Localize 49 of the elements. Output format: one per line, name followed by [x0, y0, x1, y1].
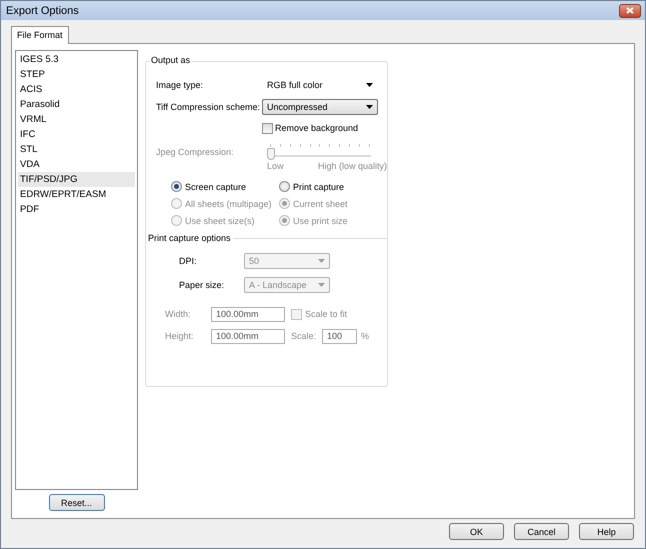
radio-label: All sheets (multipage)	[185, 198, 272, 208]
field-label: Jpeg Compression:	[156, 146, 235, 157]
dropdown[interactable]: Uncompressed	[262, 99, 378, 115]
format-item[interactable]: IGES 5.3	[18, 52, 135, 67]
format-item[interactable]: VRML	[18, 112, 135, 127]
radio-button[interactable]	[279, 181, 290, 192]
field-label: Tiff Compression scheme:	[156, 102, 262, 112]
close-icon	[626, 7, 634, 14]
caret-icon	[318, 259, 325, 263]
format-item[interactable]: STL	[18, 142, 135, 157]
window-title: Export Options	[6, 4, 79, 16]
field-label: Image type:	[156, 80, 204, 90]
dialog-button[interactable]: Help	[579, 523, 634, 540]
radio-label: Use print size	[293, 216, 348, 226]
radio-label: Print capture	[293, 182, 344, 192]
radio-label: Screen capture	[185, 182, 246, 192]
format-item[interactable]: IFC	[18, 127, 135, 142]
field-label: Paper size:	[179, 280, 226, 290]
field-label: DPI:	[179, 256, 198, 266]
field-label: Scale:	[291, 331, 318, 341]
field-label: Height:	[165, 331, 195, 341]
checkbox[interactable]	[262, 122, 273, 134]
format-item[interactable]: ACIS	[18, 82, 135, 97]
checkbox-label: Remove background	[275, 123, 358, 133]
radio-button[interactable]	[171, 181, 182, 192]
close-button[interactable]	[619, 4, 641, 18]
slider[interactable]	[267, 147, 371, 161]
reset-button[interactable]: Reset...	[48, 494, 104, 511]
caret-icon	[366, 105, 373, 109]
field-label: Width:	[165, 309, 192, 319]
group-title: Output as	[150, 55, 192, 65]
caret-icon	[366, 83, 373, 87]
checkbox-label: Scale to fit	[305, 309, 348, 319]
unit-label: %	[361, 331, 370, 341]
format-item[interactable]: VDA	[18, 157, 135, 172]
dialog-button[interactable]: OK	[449, 523, 504, 540]
caret-icon	[318, 283, 325, 287]
slider-label: Low	[267, 161, 284, 171]
tab[interactable]: File Format	[11, 26, 69, 44]
format-item[interactable]: PDF	[18, 202, 135, 217]
radio-label: Use sheet size(s)	[185, 216, 255, 226]
slider-label: High (low quality)	[318, 161, 387, 171]
format-item[interactable]: TIF/PSD/JPG	[18, 172, 135, 187]
format-item[interactable]: EDRW/EPRT/EASM	[18, 187, 135, 202]
format-item[interactable]: STEP	[18, 67, 135, 82]
dialog-button[interactable]: Cancel	[514, 523, 569, 540]
section-title: Print capture options	[148, 233, 231, 243]
radio-label: Current sheet	[293, 198, 348, 208]
format-item[interactable]: Parasolid	[18, 97, 135, 112]
